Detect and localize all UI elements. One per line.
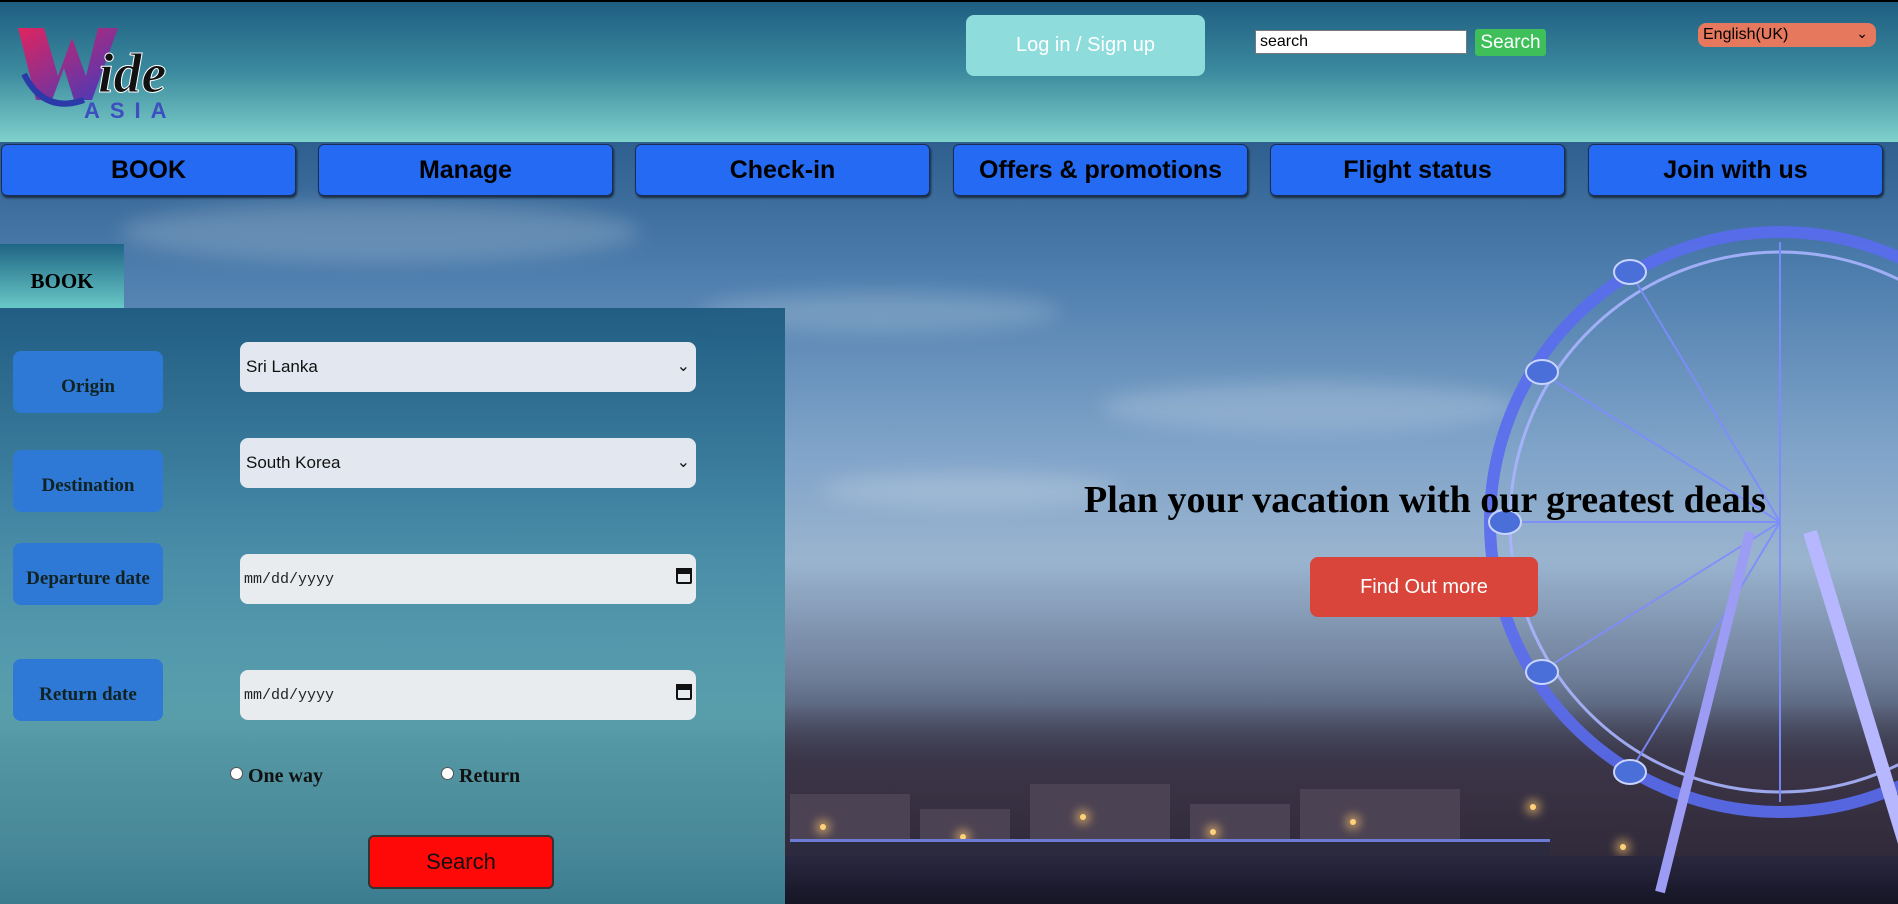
book-tab[interactable]: BOOK xyxy=(0,244,124,308)
nav-item-join-with-us[interactable]: Join with us xyxy=(1588,144,1883,196)
cloud xyxy=(1100,382,1520,432)
nav-item-flight-status[interactable]: Flight status xyxy=(1270,144,1565,196)
destination-label: Destination xyxy=(13,450,163,512)
departure-date-placeholder: mm/dd/yyyy xyxy=(244,570,335,588)
origin-select[interactable]: Sri Lanka ⌄ xyxy=(240,342,696,392)
svg-text:ide: ide xyxy=(98,43,166,105)
main-nav: BOOK Manage Check-in Offers & promotions… xyxy=(0,142,1898,198)
return-label: Return xyxy=(459,765,521,787)
language-select-value: English(UK) xyxy=(1703,26,1789,43)
language-select[interactable]: English(UK) ⌄ xyxy=(1698,23,1876,47)
search-button[interactable]: Search xyxy=(1475,29,1546,56)
nav-item-check-in[interactable]: Check-in xyxy=(635,144,930,196)
nav-item-manage[interactable]: Manage xyxy=(318,144,613,196)
chevron-down-icon: ⌄ xyxy=(1856,25,1868,41)
origin-label: Origin xyxy=(13,351,163,413)
search-input[interactable] xyxy=(1255,30,1467,54)
nav-item-book[interactable]: BOOK xyxy=(1,144,296,196)
svg-text:ASIA: ASIA xyxy=(84,98,177,122)
departure-date-input[interactable]: mm/dd/yyyy xyxy=(240,554,696,604)
cloud xyxy=(120,202,640,262)
return-date-placeholder: mm/dd/yyyy xyxy=(244,686,335,704)
find-out-more-button[interactable]: Find Out more xyxy=(1310,557,1538,617)
wide-asia-logo[interactable]: ide ASIA xyxy=(14,14,194,122)
return-date-label: Return date xyxy=(13,659,163,721)
chevron-down-icon: ⌄ xyxy=(676,358,690,375)
return-date-input[interactable]: mm/dd/yyyy xyxy=(240,670,696,720)
calendar-icon[interactable] xyxy=(676,568,692,584)
one-way-radio[interactable] xyxy=(230,767,243,780)
return-radio[interactable] xyxy=(441,767,454,780)
destination-select-value: South Korea xyxy=(246,453,341,472)
origin-select-value: Sri Lanka xyxy=(246,357,318,376)
nav-item-offers-promotions[interactable]: Offers & promotions xyxy=(953,144,1248,196)
login-signup-button[interactable]: Log in / Sign up xyxy=(966,15,1205,76)
departure-date-label: Departure date xyxy=(13,543,163,605)
calendar-icon[interactable] xyxy=(676,684,692,700)
booking-search-button[interactable]: Search xyxy=(368,835,554,889)
one-way-label: One way xyxy=(248,765,323,787)
ferris-wheel-graphic xyxy=(1484,226,1898,894)
site-header: ide ASIA Log in / Sign up Search English… xyxy=(0,0,1898,142)
hero-title: Plan your vacation with our greatest dea… xyxy=(1084,479,1766,521)
destination-select[interactable]: South Korea ⌄ xyxy=(240,438,696,488)
chevron-down-icon: ⌄ xyxy=(676,454,690,471)
